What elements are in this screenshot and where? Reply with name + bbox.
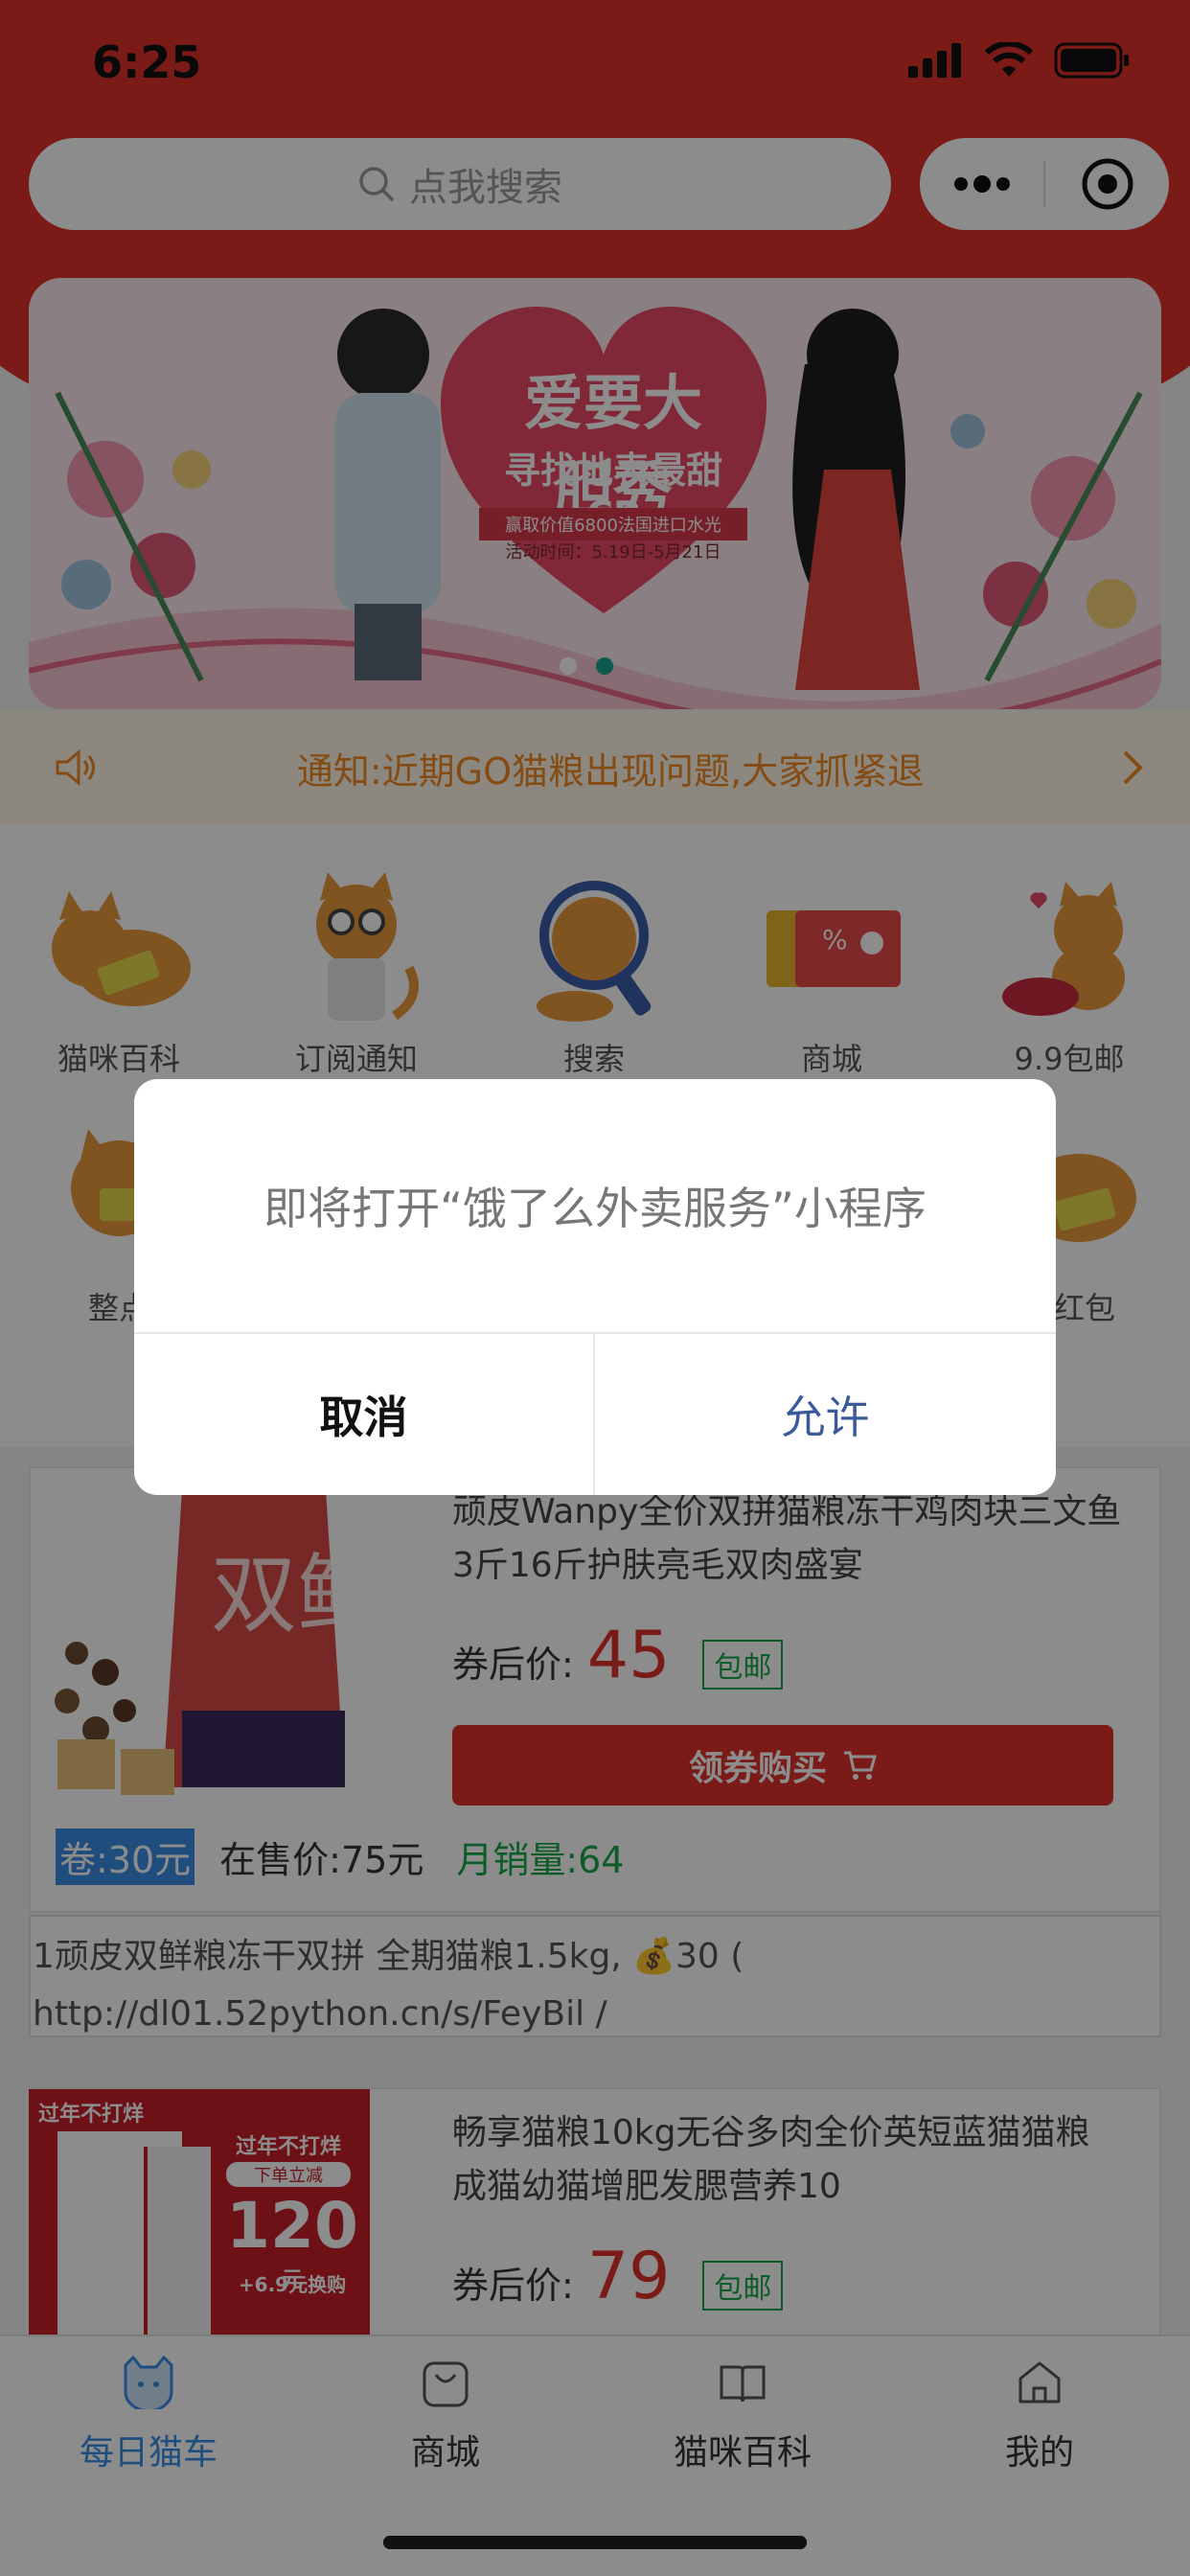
allow-button[interactable]: 允许 bbox=[595, 1334, 1056, 1495]
cancel-button[interactable]: 取消 bbox=[134, 1334, 595, 1495]
dialog-message: 即将打开“饿了么外卖服务”小程序 bbox=[134, 1079, 1056, 1334]
open-miniprogram-dialog: 即将打开“饿了么外卖服务”小程序 取消 允许 bbox=[134, 1079, 1056, 1495]
home-indicator bbox=[383, 2536, 807, 2549]
